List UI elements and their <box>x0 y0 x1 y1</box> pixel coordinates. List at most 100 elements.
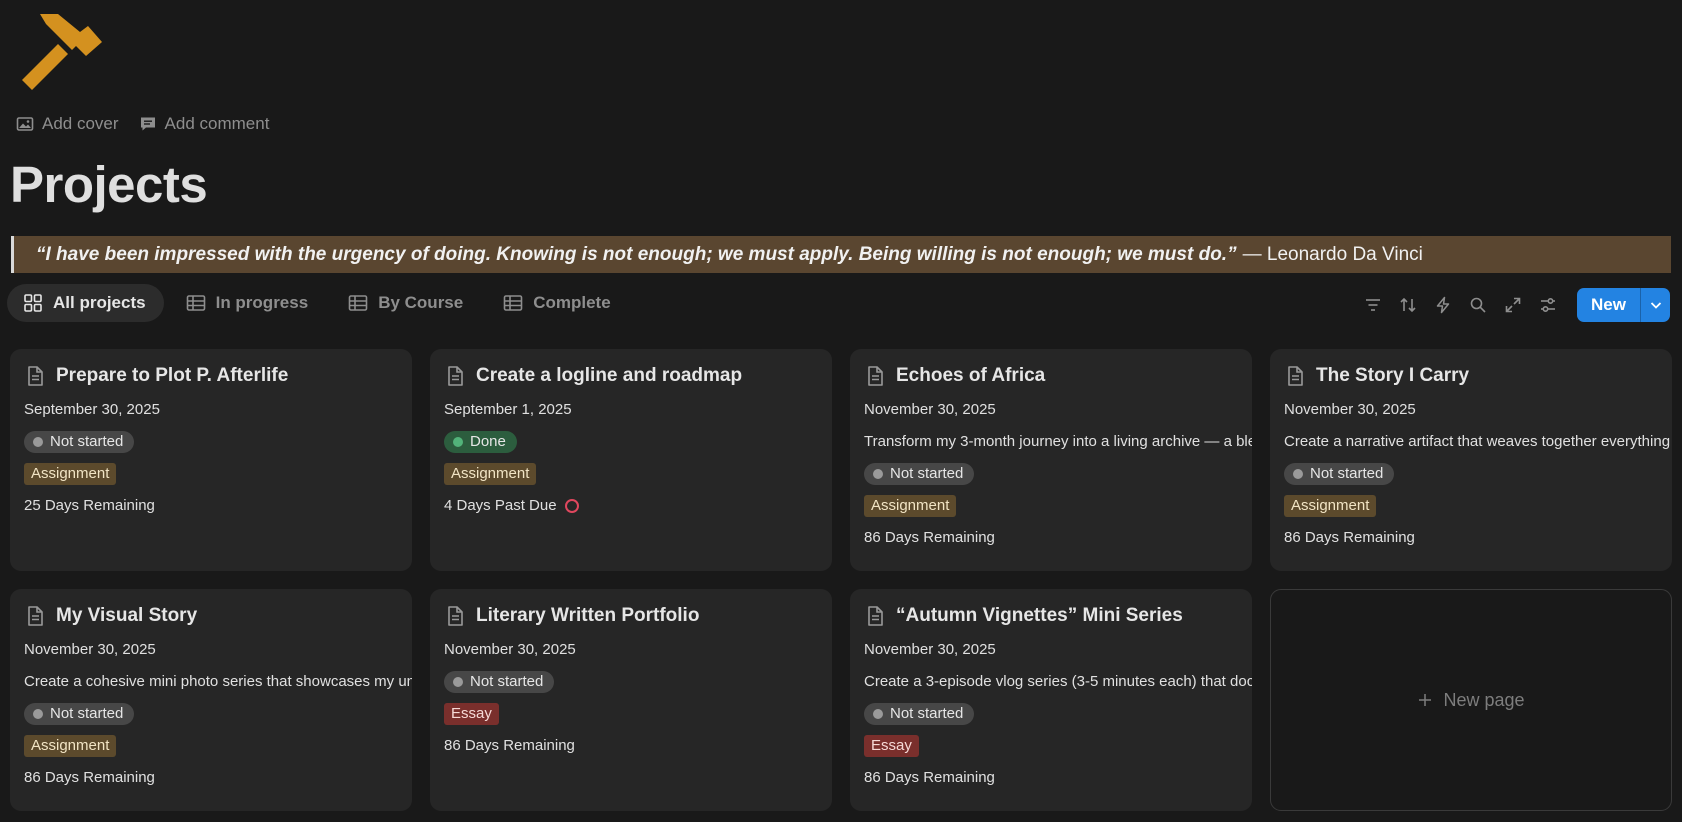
add-comment-button[interactable]: Add comment <box>139 114 269 134</box>
card-remaining-line: 4 Days Past Due <box>444 495 832 517</box>
card-title-text: Create a logline and roadmap <box>476 365 743 386</box>
card-title-text: The Story I Carry <box>1316 365 1470 386</box>
days-remaining: 86 Days Remaining <box>1284 527 1415 549</box>
add-cover-button[interactable]: Add cover <box>16 114 119 134</box>
status-badge: Not started <box>864 463 975 485</box>
page-icon <box>868 606 883 626</box>
project-card[interactable]: Literary Written Portfolio November 30, 2… <box>430 589 832 811</box>
automation-button[interactable] <box>1425 289 1460 321</box>
expand-button[interactable] <box>1495 289 1530 321</box>
days-remaining: 86 Days Remaining <box>24 767 155 789</box>
type-tag: Assignment <box>24 463 117 485</box>
filter-button[interactable] <box>1355 289 1390 321</box>
card-title: Echoes of Africa <box>864 363 1252 389</box>
card-remaining-line: 86 Days Remaining <box>1284 527 1672 549</box>
card-status-line: Done <box>444 431 832 453</box>
status-dot-icon <box>33 709 43 719</box>
card-title-text: My Visual Story <box>56 605 198 626</box>
card-remaining-line: 86 Days Remaining <box>864 767 1252 789</box>
status-badge: Not started <box>1284 463 1395 485</box>
expand-icon <box>1505 297 1520 313</box>
automation-icon <box>1436 296 1449 314</box>
view-tabs: All projects In progress By Course Compl… <box>7 284 629 322</box>
status-badge: Not started <box>864 703 975 725</box>
status-label: Not started <box>1310 465 1384 482</box>
status-label: Not started <box>50 433 124 450</box>
page-icon <box>448 366 463 386</box>
card-title-text: Literary Written Portfolio <box>476 605 700 626</box>
status-dot-icon <box>1293 469 1303 479</box>
project-card[interactable]: The Story I Carry November 30, 2025 Create… <box>1270 349 1672 571</box>
overdue-ring-icon <box>564 499 579 513</box>
days-remaining: 86 Days Remaining <box>444 735 575 757</box>
table-icon <box>348 295 368 311</box>
card-tag-line: Assignment <box>1284 495 1672 517</box>
project-card[interactable]: “Autumn Vignettes” Mini Series November 3… <box>850 589 1252 811</box>
card-tag-line: Essay <box>864 735 1252 757</box>
days-remaining-text: 86 Days Remaining <box>864 769 995 786</box>
card-title-text: Echoes of Africa <box>896 365 1046 386</box>
sort-button[interactable] <box>1390 289 1425 321</box>
comment-icon <box>140 117 155 131</box>
type-tag: Essay <box>864 735 919 757</box>
card-remaining-line: 86 Days Remaining <box>444 735 832 757</box>
new-dropdown-button[interactable] <box>1640 288 1670 322</box>
status-dot-icon <box>33 437 43 447</box>
table-icon <box>186 295 205 311</box>
card-description: Create a narrative artifact that weaves … <box>1284 433 1671 450</box>
tab-complete[interactable]: Complete <box>487 284 628 322</box>
tab-label: All projects <box>53 293 146 312</box>
status-label: Not started <box>470 673 544 690</box>
status-dot-icon <box>873 469 883 479</box>
status-badge: Done <box>444 431 517 453</box>
project-card[interactable]: Echoes of Africa November 30, 2025 Transfo… <box>850 349 1252 571</box>
plus-icon <box>1419 694 1432 706</box>
days-remaining-text: 4 Days Past Due <box>444 497 557 514</box>
card-status-line: Not started <box>444 671 832 693</box>
card-status-line: Not started <box>24 431 412 453</box>
settings-button[interactable] <box>1530 289 1565 321</box>
card-description: Create a 3-episode vlog series (3-5 minu… <box>864 673 1252 690</box>
days-remaining-text: 86 Days Remaining <box>1284 529 1415 546</box>
days-remaining-text: 25 Days Remaining <box>24 497 155 514</box>
card-tag-line: Assignment <box>444 463 832 485</box>
status-dot-icon <box>873 709 883 719</box>
days-remaining: 86 Days Remaining <box>864 527 995 549</box>
add-cover-label: Add cover <box>42 114 119 133</box>
status-badge: Not started <box>24 431 135 453</box>
tab-by-course[interactable]: By Course <box>332 284 481 322</box>
project-card[interactable]: My Visual Story November 30, 2025 Create a… <box>10 589 412 811</box>
days-remaining-text: 86 Days Remaining <box>444 737 575 754</box>
card-status-line: Not started <box>864 463 1252 485</box>
tab-all-projects[interactable]: All projects <box>7 284 164 322</box>
search-button[interactable] <box>1460 289 1495 321</box>
hammer-icon[interactable] <box>18 10 104 90</box>
type-tag: Assignment <box>864 495 957 517</box>
card-tag-line: Essay <box>444 703 832 725</box>
new-page-button[interactable]: New page <box>1270 589 1672 811</box>
card-date: November 30, 2025 <box>1284 401 1416 418</box>
project-card[interactable]: Prepare to Plot P. Afterlife September 30… <box>10 349 412 571</box>
card-title-text: Prepare to Plot P. Afterlife <box>56 365 289 386</box>
card-tag-line: Assignment <box>864 495 1252 517</box>
card-title: “Autumn Vignettes” Mini Series <box>864 603 1252 629</box>
status-badge: Not started <box>24 703 135 725</box>
card-tag-line: Assignment <box>24 735 412 757</box>
page-title[interactable]: Projects <box>10 155 208 214</box>
card-date: September 30, 2025 <box>24 401 160 418</box>
chevron-down-icon <box>1650 302 1661 309</box>
status-label: Not started <box>50 705 124 722</box>
card-date: November 30, 2025 <box>24 641 156 658</box>
gallery-grid: Prepare to Plot P. Afterlife September 30… <box>10 349 1672 811</box>
status-dot-icon <box>453 437 463 447</box>
project-card[interactable]: Create a logline and roadmap September 1,… <box>430 349 832 571</box>
card-title: The Story I Carry <box>1284 363 1672 389</box>
days-remaining-text: 86 Days Remaining <box>24 769 155 786</box>
quote-text: “I have been impressed with the urgency … <box>36 243 1237 265</box>
page-icon <box>28 366 43 386</box>
card-title: Create a logline and roadmap <box>444 363 832 389</box>
type-tag: Assignment <box>24 735 117 757</box>
card-status-line: Not started <box>24 703 412 725</box>
tab-in-progress[interactable]: In progress <box>170 284 327 322</box>
new-button[interactable]: New <box>1577 288 1640 322</box>
